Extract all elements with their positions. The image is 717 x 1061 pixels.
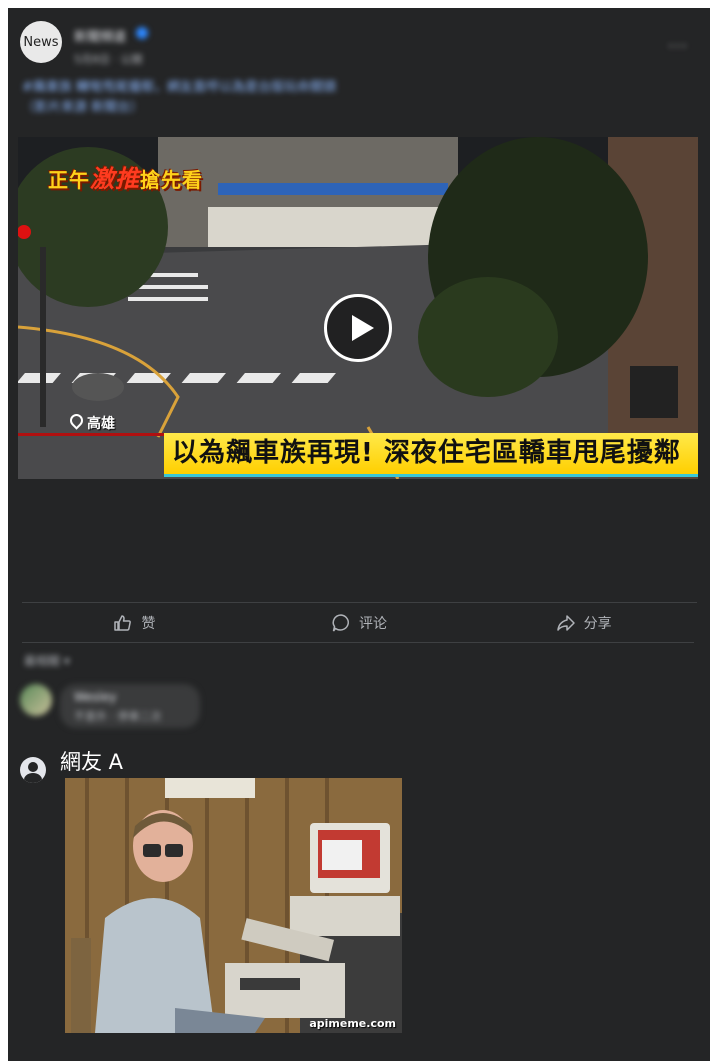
video-player[interactable]: 正午激推搶先看 高雄 以為飆車族再現! 深夜住宅區轎車甩尾擾鄰 xyxy=(18,137,698,479)
caption-line-2[interactable]: （影片來源 新聞台） xyxy=(22,98,582,118)
verified-badge-icon xyxy=(136,27,148,39)
comment-text: 不意外 · 停車二次 xyxy=(74,710,162,723)
channel-logo-bug xyxy=(630,366,678,418)
meme-picture xyxy=(65,778,402,1033)
like-label: 赞 xyxy=(141,616,156,632)
commenter-avatar[interactable] xyxy=(20,684,52,716)
user-avatar-icon xyxy=(20,757,46,783)
more-options-icon[interactable]: ··· xyxy=(668,36,688,57)
share-button[interactable]: 分享 xyxy=(471,604,696,642)
share-arrow-icon xyxy=(556,615,575,631)
commenter-name[interactable]: Wesley xyxy=(74,690,117,704)
location-pin-icon xyxy=(67,411,86,430)
location-label: 高雄 xyxy=(87,416,115,432)
comment-sort-dropdown[interactable]: 最相關 ▾ xyxy=(24,652,70,669)
meme-watermark: apimeme.com xyxy=(309,1017,396,1030)
share-label: 分享 xyxy=(583,616,612,632)
play-button-icon[interactable] xyxy=(324,294,392,362)
like-button[interactable]: 赞 xyxy=(22,604,247,642)
netizen-name: 網友 A xyxy=(60,750,124,774)
actions-top-divider xyxy=(22,602,697,603)
action-bar: 赞 评论 分享 xyxy=(22,604,696,642)
page-avatar[interactable]: News xyxy=(20,21,62,63)
location-tag: 高雄 xyxy=(67,411,115,433)
video-headline: 以為飆車族再現! 深夜住宅區轎車甩尾擾鄰 xyxy=(164,433,698,477)
promo-prefix: 正午 xyxy=(48,168,90,192)
post-caption: #飆車族 轉彎甩尾擾鄰，網友直呼以為是台版玩命關頭 （影片來源 新聞台） xyxy=(22,78,582,118)
promo-banner: 正午激推搶先看 xyxy=(48,159,203,194)
actions-bottom-divider xyxy=(22,642,694,643)
post-card: News 新聞頻道 5月8日 · 公開 ··· #飆車族 轉彎甩尾擾鄰，網友直呼… xyxy=(8,8,710,1061)
thumbs-up-icon xyxy=(114,615,132,631)
page-name[interactable]: 新聞頻道 xyxy=(74,26,126,45)
promo-hot: 激推 xyxy=(90,165,140,193)
headline-accent-line xyxy=(18,433,164,436)
comment-bubble-icon xyxy=(332,614,349,632)
post-timestamp[interactable]: 5月8日 · 公開 xyxy=(74,51,143,67)
promo-suffix: 搶先看 xyxy=(140,168,203,192)
comment-button[interactable]: 评论 xyxy=(247,604,472,642)
comment-label: 评论 xyxy=(359,616,387,632)
caption-line-1: #飆車族 轉彎甩尾擾鄰，網友直呼以為是台版玩命關頭 xyxy=(22,80,337,95)
meme-image[interactable]: apimeme.com xyxy=(65,778,402,1033)
